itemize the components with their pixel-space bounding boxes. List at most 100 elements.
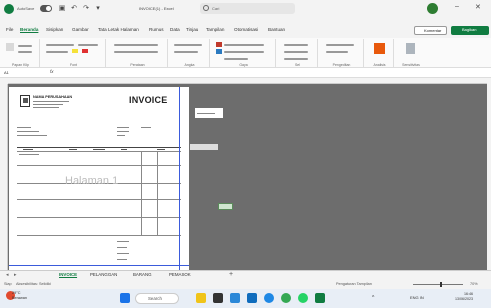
excel-taskbar-icon[interactable] [315,293,325,303]
font-name-box[interactable] [46,44,74,46]
tab-help[interactable]: Bantuan [268,27,285,32]
tab-review[interactable]: Tinjau [186,27,198,32]
clock[interactable]: 16:46 13/06/2023 [455,292,473,302]
tab-formulas[interactable]: Rumus [149,27,164,32]
profile-avatar[interactable] [427,3,438,14]
tab-view[interactable]: Tampilan [206,27,224,32]
table-col-divider [157,151,158,235]
group-editing: Pengeditan [320,39,364,67]
share-button[interactable]: Bagikan [451,26,489,35]
sheet-tab-invoice[interactable]: INVOICE [59,272,77,277]
alignment-top[interactable] [114,44,158,46]
insert-line[interactable] [284,44,308,46]
zoom-slider-thumb[interactable] [440,282,442,287]
comments-button[interactable]: Komentar [414,26,447,35]
sheet-tab-items[interactable]: BARANG [133,272,152,277]
invoice-title: INVOICE [129,95,168,105]
minimize-button[interactable]: – [455,3,459,10]
paste-icon[interactable] [6,43,14,51]
search-input[interactable]: Cari [200,3,295,14]
whatsapp-icon[interactable] [298,293,308,303]
edge-icon[interactable] [264,293,274,303]
conditional-format-line[interactable] [224,44,264,46]
task-view-icon[interactable] [213,293,223,303]
group-styles: Gaya [212,39,276,67]
status-bar: Siap Aksesibilitas: Selidiki Pengaturan … [0,280,491,289]
analyze-data-icon[interactable] [374,43,385,54]
fill-color-icon[interactable] [72,49,78,53]
widgets-icon[interactable] [196,293,206,303]
page-break-horizontal[interactable] [9,265,189,266]
bold-italic-line[interactable] [46,51,68,53]
tab-home[interactable]: Beranda [20,27,38,32]
floating-label-box [195,108,223,118]
undo-icon[interactable]: ↶ [70,4,78,13]
tab-automate[interactable]: Otomatisasi [234,27,258,32]
store-icon[interactable] [247,293,257,303]
th-unit [93,149,105,150]
font-size-box[interactable] [78,44,98,46]
page-watermark: Halaman 1 [65,175,119,187]
number-buttons[interactable] [174,51,198,53]
customer-address-line [17,135,47,136]
comments-label: Komentar [424,28,442,33]
zoom-slider[interactable] [413,284,463,285]
sheet-tab-suppliers[interactable]: PEMASOK [169,272,191,277]
start-icon[interactable] [120,293,130,303]
selected-cell-marker[interactable] [218,203,233,210]
tab-data[interactable]: Data [170,27,180,32]
number-label: Angka [184,63,195,67]
redo-icon[interactable]: ↷ [82,4,90,13]
cells-label: Sel [294,63,301,67]
tray-chevron-icon[interactable]: ^ [372,295,374,301]
zoom-level[interactable]: 70% [470,282,478,286]
page-break-vertical[interactable] [179,87,180,270]
tab-insert[interactable]: Sisipkan [46,27,63,32]
customer-name-line [17,131,39,132]
group-analysis: Analisis [366,39,394,67]
sheet-next-icon[interactable]: ▸ [14,272,17,278]
company-name: NAMA PERUSAHAAN [33,95,73,99]
language-indicator[interactable]: ENG IN [410,295,424,300]
weather-widget[interactable]: 29°C Berawan [12,291,27,301]
cut-line [18,45,32,47]
fill-line[interactable] [326,51,348,53]
format-table-icon[interactable] [216,49,222,54]
ribbon: Papan Klip Font Perataan Angka Gaya Sel … [0,38,491,68]
chrome-icon[interactable] [281,293,291,303]
invoice-page[interactable]: NAMA PERUSAHAAN INVOICE Halaman 1 [9,87,189,270]
customer-label-line [17,127,31,128]
tab-file[interactable]: File [6,27,13,32]
number-format-box[interactable] [174,44,202,46]
conditional-format-icon[interactable] [216,42,222,47]
tab-draw[interactable]: Gambar [72,27,89,32]
th-qty [69,149,77,150]
font-color-icon[interactable] [82,49,88,53]
alignment-bottom[interactable] [114,51,158,53]
add-sheet-icon[interactable]: + [229,271,233,278]
ribbon-tab-bar: File Beranda Sisipkan Gambar Tata Letak … [0,25,491,37]
sum-line[interactable] [326,44,354,46]
format-line[interactable] [284,58,308,60]
autosave-toggle[interactable] [40,5,52,12]
delete-line[interactable] [284,51,308,53]
display-settings[interactable]: Pengaturan Tampilan [336,282,372,286]
sheet-tab-customers[interactable]: PELANGGAN [90,272,117,277]
sensitivity-icon[interactable] [406,43,415,54]
format-table-line[interactable] [224,51,264,53]
table-header-top [17,147,181,148]
accessibility-status[interactable]: Aksesibilitas: Selidiki [16,282,51,286]
cell-styles-line[interactable] [224,58,248,60]
save-icon[interactable]: ▣ [58,4,66,13]
clipboard-label: Papan Klip [12,63,29,67]
taskbar-search[interactable]: Search [135,293,179,304]
due-line [117,135,125,136]
file-explorer-icon[interactable] [230,293,240,303]
search-placeholder: Cari [212,6,220,11]
close-button[interactable]: ✕ [475,3,481,11]
sheet-prev-icon[interactable]: ◂ [6,272,9,278]
customize-qat-icon[interactable]: ▾ [94,4,102,13]
tab-page-layout[interactable]: Tata Letak Halaman [98,27,139,32]
name-box[interactable]: A1 [2,69,30,77]
fx-icon[interactable]: fx [50,69,54,74]
